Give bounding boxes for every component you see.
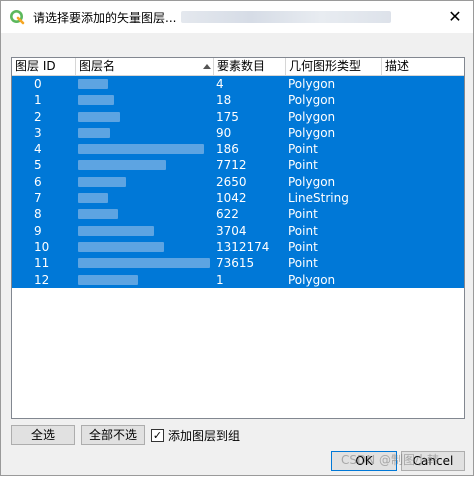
dialog-window: 请选择要添加的矢量图层... ✕ 图层 ID 图层名 要素数目 几何图形类型 描… bbox=[0, 0, 474, 476]
layer-name-redacted bbox=[78, 206, 118, 222]
layer-name-redacted bbox=[78, 174, 126, 190]
table-row[interactable]: 12 1 Polygon bbox=[12, 271, 464, 288]
table-row[interactable]: 8 622 Point bbox=[12, 206, 464, 223]
window-title: 请选择要添加的矢量图层... bbox=[33, 11, 177, 25]
add-to-group-option[interactable]: ✓ 添加图层到组 bbox=[151, 427, 240, 443]
select-all-button[interactable]: 全选 bbox=[11, 425, 75, 445]
layer-name-redacted bbox=[78, 223, 154, 239]
add-to-group-checkbox[interactable]: ✓ bbox=[151, 428, 164, 442]
layer-name-redacted bbox=[78, 157, 166, 173]
checkmark-icon: ✓ bbox=[152, 428, 163, 442]
close-icon[interactable]: ✕ bbox=[443, 5, 467, 27]
layer-table[interactable]: 图层 ID 图层名 要素数目 几何图形类型 描述 0 4 Polygon 1 18 Po… bbox=[11, 57, 465, 419]
table-body: 0 4 Polygon 1 18 Polygon 2 175 Polygon 3 90 Poly… bbox=[12, 76, 464, 288]
layer-name-redacted bbox=[78, 255, 210, 271]
table-row[interactable]: 10 1312174 Point bbox=[12, 238, 464, 256]
table-row[interactable]: 11 73615 Point bbox=[12, 255, 464, 272]
layer-name-redacted bbox=[78, 141, 204, 157]
table-row[interactable]: 0 4 Polygon bbox=[12, 76, 464, 93]
column-header-layer-name[interactable]: 图层名 bbox=[76, 58, 214, 76]
add-to-group-label: 添加图层到组 bbox=[168, 428, 241, 443]
table-row[interactable]: 3 90 Polygon bbox=[12, 124, 464, 142]
table-header: 图层 ID 图层名 要素数目 几何图形类型 描述 bbox=[12, 58, 464, 76]
layer-name-redacted bbox=[78, 239, 164, 255]
table-row[interactable]: 7 1042 LineString bbox=[12, 190, 464, 207]
sort-ascending-icon bbox=[203, 64, 211, 69]
column-header-layer-id[interactable]: 图层 ID bbox=[12, 58, 76, 76]
layer-name-redacted bbox=[78, 76, 108, 92]
title-redaction bbox=[181, 11, 391, 23]
deselect-all-button[interactable]: 全部不选 bbox=[81, 425, 145, 445]
watermark: CSDN @制图小韩 bbox=[341, 453, 440, 467]
dialog-footer: 全选 全部不选 ✓ 添加图层到组 OK Cancel CSDN @制图小韩 bbox=[1, 421, 473, 477]
title-bar[interactable]: 请选择要添加的矢量图层... ✕ bbox=[1, 1, 473, 33]
column-header-feature-count[interactable]: 要素数目 bbox=[214, 58, 286, 76]
layer-name-redacted bbox=[78, 190, 108, 206]
table-row[interactable]: 6 2650 Polygon bbox=[12, 173, 464, 191]
layer-name-redacted bbox=[78, 92, 114, 108]
table-row[interactable]: 5 7712 Point bbox=[12, 157, 464, 174]
layer-name-redacted bbox=[78, 125, 110, 141]
column-header-description[interactable]: 描述 bbox=[382, 58, 464, 76]
table-row[interactable]: 4 186 Point bbox=[12, 141, 464, 158]
column-header-geometry-type[interactable]: 几何图形类型 bbox=[286, 58, 382, 76]
layer-name-redacted bbox=[78, 109, 120, 125]
table-row[interactable]: 9 3704 Point bbox=[12, 222, 464, 239]
table-row[interactable]: 2 175 Polygon bbox=[12, 108, 464, 125]
qgis-icon bbox=[9, 9, 25, 25]
table-row[interactable]: 1 18 Polygon bbox=[12, 92, 464, 109]
layer-name-redacted bbox=[78, 272, 138, 288]
